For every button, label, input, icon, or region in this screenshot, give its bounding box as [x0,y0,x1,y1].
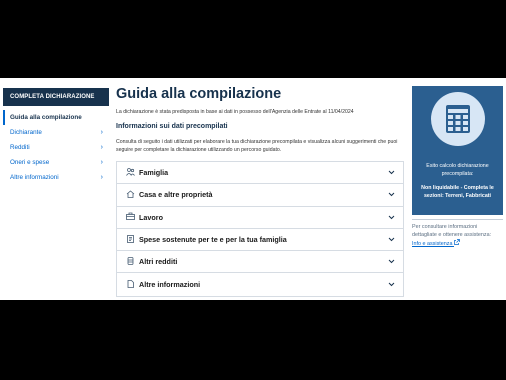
accordion-label: Lavoro [139,212,163,222]
external-link-icon [454,239,460,247]
sidebar: COMPLETA DICHIARAZIONE Guida alla compil… [3,88,109,185]
chevron-down-icon [388,190,395,199]
accordion-label: Spese sostenute per te e per la tua fami… [139,235,287,245]
sidebar-item-label: Dichiarante [10,129,42,136]
sidebar-item-guida[interactable]: Guida alla compilazione [3,110,109,125]
house-icon [124,190,136,200]
help-box: Per consultare informazioni dettagliate … [412,219,503,248]
result-status: Non liquidabile - Completa le sezioni: T… [421,185,494,199]
accordion-item-famiglia[interactable]: Famiglia [117,162,403,185]
help-link-label: Info e assistenza [412,241,453,247]
sidebar-header: COMPLETA DICHIARAZIONE [3,88,109,106]
main-content: Guida alla compilazione La dichiarazione… [116,84,406,297]
sidebar-item-oneri[interactable]: Oneri e spese › [3,155,109,170]
chevron-right-icon: › [100,174,103,181]
result-text: Esito calcolo dichiarazione precompilata… [416,162,499,200]
chevron-right-icon: › [100,144,103,151]
chevron-right-icon: › [100,129,103,136]
family-icon [124,167,136,178]
accordion-label: Altre informazioni [139,280,201,290]
sidebar-item-label: Redditi [10,144,30,151]
info-assistenza-link[interactable]: Info e assistenza [412,239,460,247]
accordion-item-altre-informazioni[interactable]: Altre informazioni [117,273,403,295]
page-title: Guida alla compilazione [116,86,282,102]
chevron-down-icon [388,257,395,266]
calculator-icon [431,92,485,146]
accordion-item-altri-redditi[interactable]: Altri redditi [117,251,403,274]
result-panel: Esito calcolo dichiarazione precompilata… [412,86,503,215]
page: COMPLETA DICHIARAZIONE Guida alla compil… [0,78,506,300]
result-label: Esito calcolo dichiarazione precompilata… [426,163,489,177]
accordion-label: Altri redditi [139,257,178,267]
receipt-icon [124,234,136,245]
coins-icon [124,256,136,267]
sidebar-item-redditi[interactable]: Redditi › [3,140,109,155]
section-title: Informazioni sui dati precompilati [116,123,228,130]
help-text: Per consultare informazioni dettagliate … [412,224,492,238]
sidebar-item-label: Oneri e spese [10,159,50,166]
sidebar-items: Guida alla compilazione Dichiarante › Re… [3,110,109,185]
accordion: Famiglia Casa e altre proprietà Lavoro S… [116,161,404,297]
accordion-item-casa[interactable]: Casa e altre proprietà [117,184,403,207]
chevron-down-icon [388,235,395,244]
accordion-item-lavoro[interactable]: Lavoro [117,207,403,229]
document-icon [124,279,136,290]
section-description: Consulta di seguito i dati utilizzati pe… [116,139,398,153]
sidebar-item-label: Altre informazioni [10,174,59,181]
chevron-right-icon: › [100,159,103,166]
accordion-label: Famiglia [139,168,169,178]
intro-text: La dichiarazione è stata predisposta in … [116,109,354,115]
chevron-down-icon [388,213,395,222]
chevron-down-icon [388,280,395,289]
sidebar-item-label: Guida alla compilazione [10,114,82,121]
sidebar-item-dichiarante[interactable]: Dichiarante › [3,125,109,140]
accordion-item-spese[interactable]: Spese sostenute per te e per la tua fami… [117,229,403,252]
accordion-label: Casa e altre proprietà [139,190,213,200]
briefcase-icon [124,212,136,222]
sidebar-item-altre-informazioni[interactable]: Altre informazioni › [3,170,109,185]
chevron-down-icon [388,168,395,177]
